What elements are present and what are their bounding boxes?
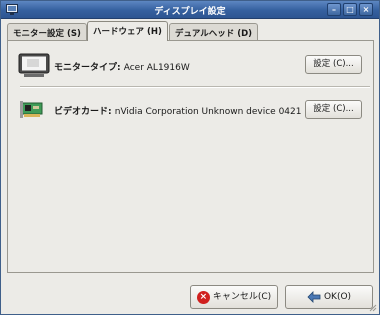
cancel-icon: ×	[196, 290, 210, 304]
ok-label: OK(O)	[323, 292, 352, 302]
ok-button[interactable]: OK(O)	[285, 285, 373, 309]
title-bar[interactable]: ディスプレイ設定 – □ ×	[1, 1, 379, 19]
video-card-label: ビデオカード:	[54, 107, 115, 117]
video-card-value: nVidia Corporation Unknown device 0421	[114, 107, 302, 117]
tab-monitor-settings[interactable]: モニター設定 (S)	[7, 23, 87, 40]
display-settings-window: ディスプレイ設定 – □ × モニター設定 (S) ハードウェア (H) デュア…	[0, 0, 380, 315]
video-card-text: ビデオカード: nVidia Corporation Unknown devic…	[54, 104, 301, 117]
video-card-icon	[20, 101, 43, 118]
resize-grip-icon[interactable]	[369, 304, 377, 312]
minimize-button[interactable]: –	[327, 3, 341, 16]
tab-dual-head[interactable]: デュアルヘッド (D)	[169, 23, 259, 40]
tab-hardware[interactable]: ハードウェア (H)	[87, 21, 168, 41]
monitor-configure-button[interactable]: 設定 (C)...	[305, 55, 362, 74]
cancel-button[interactable]: × キャンセル(C)	[190, 285, 278, 309]
cancel-label: キャンセル(C)	[212, 292, 272, 302]
ok-icon	[307, 291, 321, 303]
video-configure-button[interactable]: 設定 (C)...	[305, 100, 362, 119]
window-title: ディスプレイ設定	[154, 7, 226, 17]
maximize-button[interactable]: □	[343, 3, 357, 16]
monitor-type-label: モニタータイプ:	[54, 63, 124, 73]
separator	[20, 86, 370, 88]
monitor-icon	[18, 53, 50, 77]
hardware-panel: モニタータイプ: Acer AL1916W 設定 (C)... ビデオカード: …	[7, 40, 374, 273]
monitor-type-text: モニタータイプ: Acer AL1916W	[54, 60, 190, 73]
close-button[interactable]: ×	[359, 3, 373, 16]
monitor-type-value: Acer AL1916W	[123, 63, 190, 73]
